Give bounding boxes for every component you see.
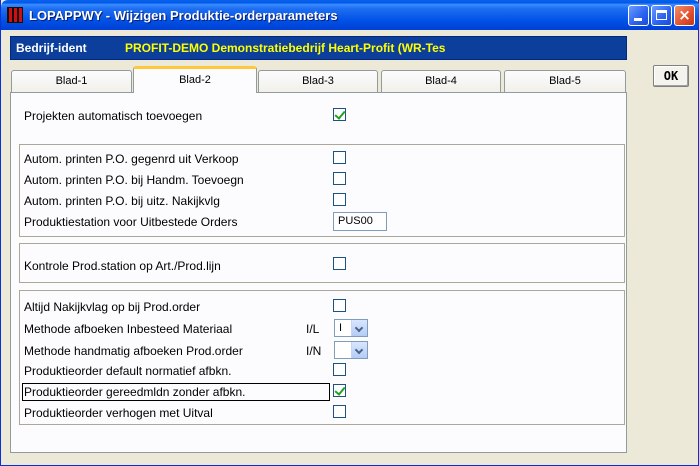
print-manual-add-checkbox[interactable]: [333, 172, 346, 185]
ready-no-booking-checkbox[interactable]: [333, 384, 346, 397]
raise-with-loss-label: Produktieorder verhogen met Uitval: [24, 406, 213, 420]
main-window: LOPAPPWY - Wijzigen Produktie-orderparam…: [0, 0, 699, 466]
app-icon: [7, 7, 23, 23]
default-normative-label: Produktieorder default normatief afbkn.: [24, 364, 232, 378]
print-manual-add-label: Autom. printen P.O. bij Handm. Toevoegn: [24, 173, 244, 187]
check-station-checkbox[interactable]: [333, 257, 346, 270]
ok-button[interactable]: OK: [653, 65, 689, 87]
default-normative-checkbox[interactable]: [333, 363, 346, 376]
tab-blad-2[interactable]: Blad-2: [133, 66, 257, 93]
title-bar[interactable]: LOPAPPWY - Wijzigen Produktie-orderparam…: [1, 0, 699, 30]
chevron-down-icon[interactable]: [351, 342, 367, 358]
check-station-label: Kontrole Prod.station op Art./Prod.lijn: [24, 259, 221, 273]
company-bar: Bedrijf-ident PROFIT-DEMO Demonstratiebe…: [10, 36, 627, 60]
tab-blad-1[interactable]: Blad-1: [11, 70, 132, 92]
outsourced-station-input[interactable]: PUS00: [333, 212, 387, 231]
minimize-button[interactable]: [628, 5, 649, 26]
tab-panel-blad-2: Projekten automatisch toevoegen Autom. p…: [10, 92, 627, 453]
method-insourced-value: I: [339, 322, 343, 334]
ready-no-booking-label: Produktieorder gereedmldn zonder afbkn.: [24, 385, 246, 399]
method-manual-code: I/N: [306, 344, 322, 358]
chevron-down-icon[interactable]: [351, 320, 367, 336]
company-label: Bedrijf-ident: [16, 41, 87, 55]
raise-with-loss-checkbox[interactable]: [333, 405, 346, 418]
maximize-button[interactable]: [651, 5, 672, 26]
always-check-flag-label: Altijd Nakijkvlag op bij Prod.order: [24, 300, 201, 314]
method-insourced-code: I/L: [306, 322, 320, 336]
close-icon: ×: [678, 6, 691, 24]
window-title: LOPAPPWY - Wijzigen Produktie-orderparam…: [29, 8, 338, 23]
method-manual-label: Methode handmatig afboeken Prod.order: [24, 344, 243, 358]
maximize-icon: [656, 10, 667, 20]
projects-auto-add-checkbox[interactable]: [333, 108, 346, 121]
print-from-sales-checkbox[interactable]: [333, 151, 346, 164]
tab-blad-3[interactable]: Blad-3: [258, 70, 378, 92]
method-insourced-label: Methode afboeken Inbesteed Materiaal: [24, 322, 233, 336]
print-check-flag-label: Autom. printen P.O. bij uitz. Nakijkvlg: [24, 194, 220, 208]
tab-blad-5[interactable]: Blad-5: [504, 70, 626, 92]
print-check-flag-checkbox[interactable]: [333, 193, 346, 206]
method-insourced-select[interactable]: I: [334, 319, 368, 337]
minimize-icon: [634, 18, 642, 21]
outsourced-station-label: Produktiestation voor Uitbestede Orders: [24, 215, 238, 229]
always-check-flag-checkbox[interactable]: [333, 299, 346, 312]
print-from-sales-label: Autom. printen P.O. gegenrd uit Verkoop: [24, 152, 239, 166]
tab-blad-4[interactable]: Blad-4: [381, 70, 501, 92]
projects-auto-add-label: Projekten automatisch toevoegen: [24, 109, 203, 123]
method-manual-select[interactable]: [334, 341, 368, 359]
company-name: PROFIT-DEMO Demonstratiebedrijf Heart-Pr…: [125, 41, 446, 55]
close-button[interactable]: ×: [674, 5, 695, 26]
